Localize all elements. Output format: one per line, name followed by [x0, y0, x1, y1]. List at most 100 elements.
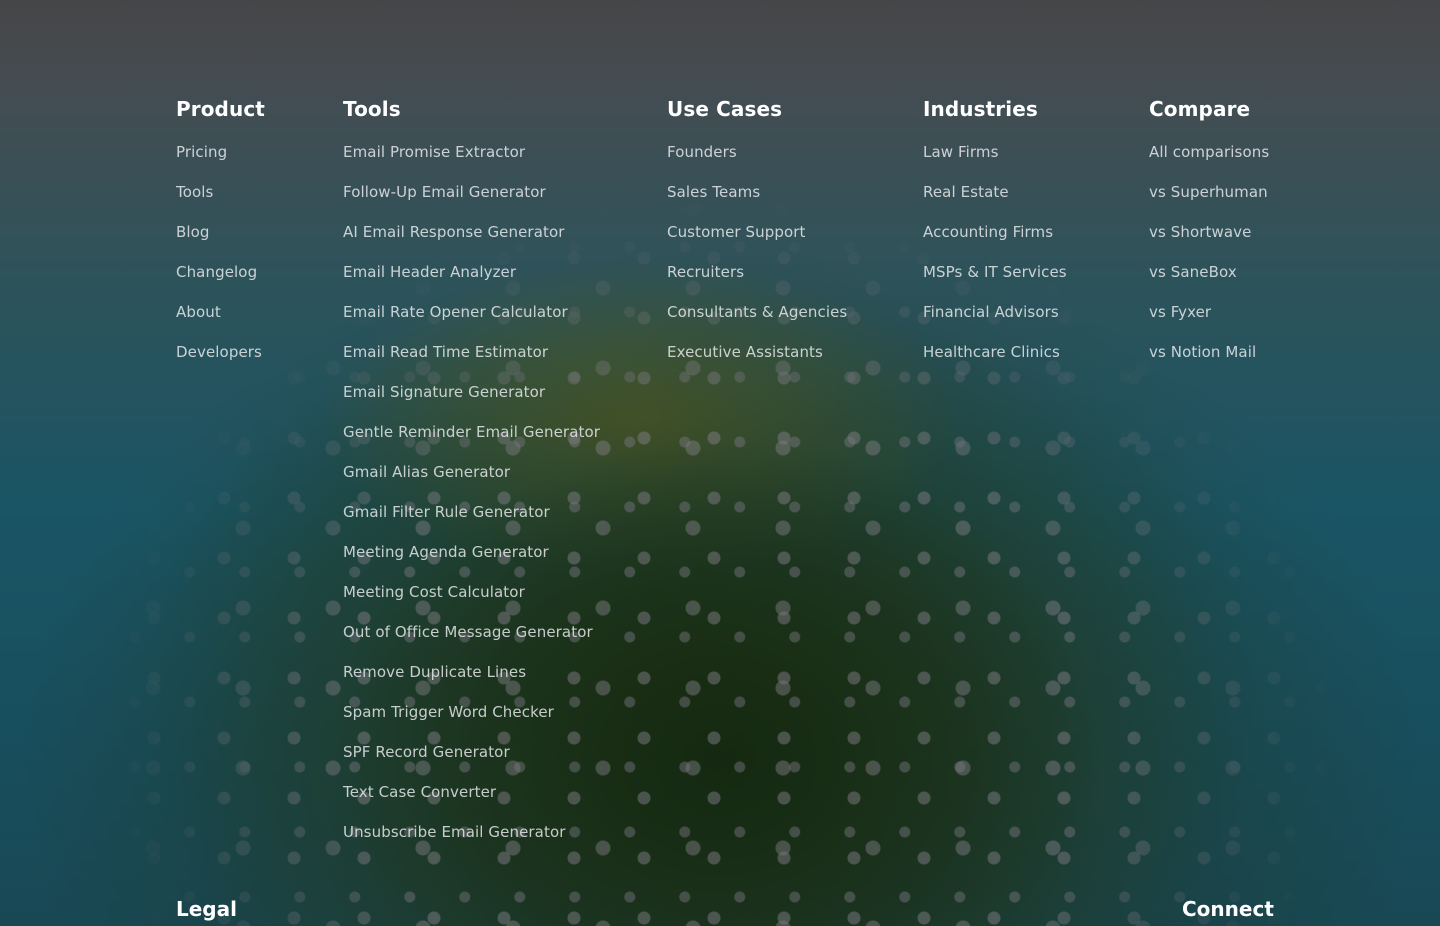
footer-link-item: vs Shortwave: [1149, 222, 1269, 262]
footer-link-tools-16[interactable]: Text Case Converter: [343, 783, 496, 801]
footer-link-tools-13[interactable]: Remove Duplicate Lines: [343, 663, 526, 681]
footer-link-item: All comparisons: [1149, 142, 1269, 182]
footer-link-tools-2[interactable]: AI Email Response Generator: [343, 223, 565, 241]
footer-link-tools-6[interactable]: Email Signature Generator: [343, 383, 545, 401]
footer-link-item: Blog: [176, 222, 265, 262]
footer-heading-use-cases: Use Cases: [667, 97, 783, 121]
footer-link-tools-8[interactable]: Gmail Alias Generator: [343, 463, 510, 481]
footer-link-item: Spam Trigger Word Checker: [343, 702, 600, 742]
footer-link-tools-3[interactable]: Email Header Analyzer: [343, 263, 516, 281]
footer-heading-product: Product: [176, 97, 265, 121]
footer-link-tools-5[interactable]: Email Read Time Estimator: [343, 343, 548, 361]
footer-link-use-cases-2[interactable]: Customer Support: [667, 223, 806, 241]
footer-link-use-cases-1[interactable]: Sales Teams: [667, 183, 760, 201]
footer-link-item: AI Email Response Generator: [343, 222, 600, 262]
footer-link-use-cases-4[interactable]: Consultants & Agencies: [667, 303, 847, 321]
footer-link-item: vs Superhuman: [1149, 182, 1269, 222]
footer-link-compare-4[interactable]: vs Fyxer: [1149, 303, 1211, 321]
footer-links-industries: Law Firms Real Estate Accounting Firms MSPs…: [923, 142, 1067, 382]
footer-link-item: Gentle Reminder Email Generator: [343, 422, 600, 462]
footer-link-item: Unsubscribe Email Generator: [343, 822, 600, 862]
footer-link-tools-7[interactable]: Gentle Reminder Email Generator: [343, 423, 600, 441]
footer-link-item: Developers: [176, 342, 265, 382]
footer-column-tools: Tools Email Promise Extractor Follow-Up E…: [343, 96, 600, 862]
footer-link-industries-1[interactable]: Real Estate: [923, 183, 1009, 201]
footer-link-item: Gmail Alias Generator: [343, 462, 600, 502]
footer-link-product-3[interactable]: Changelog: [176, 263, 257, 281]
footer-link-item: Text Case Converter: [343, 782, 600, 822]
footer-link-item: Accounting Firms: [923, 222, 1067, 262]
footer-link-tools-14[interactable]: Spam Trigger Word Checker: [343, 703, 554, 721]
footer-link-item: Real Estate: [923, 182, 1067, 222]
footer-heading-legal: Legal: [176, 897, 237, 921]
footer-links-use-cases: Founders Sales Teams Customer Support Recru…: [667, 142, 847, 382]
site-footer: Product Pricing Tools Blog Changelog About De…: [0, 0, 1440, 926]
footer-link-tools-0[interactable]: Email Promise Extractor: [343, 143, 525, 161]
footer-link-item: Meeting Agenda Generator: [343, 542, 600, 582]
footer-heading-tools: Tools: [343, 97, 401, 121]
footer-links-product: Pricing Tools Blog Changelog About Developers: [176, 142, 265, 382]
footer-link-tools-1[interactable]: Follow-Up Email Generator: [343, 183, 546, 201]
footer-link-tools-4[interactable]: Email Rate Opener Calculator: [343, 303, 568, 321]
footer-link-item: MSPs & IT Services: [923, 262, 1067, 302]
footer-link-item: Recruiters: [667, 262, 847, 302]
footer-link-tools-17[interactable]: Unsubscribe Email Generator: [343, 823, 566, 841]
footer-link-item: Tools: [176, 182, 265, 222]
footer-link-compare-3[interactable]: vs SaneBox: [1149, 263, 1237, 281]
footer-link-tools-11[interactable]: Meeting Cost Calculator: [343, 583, 525, 601]
footer-link-item: Law Firms: [923, 142, 1067, 182]
footer-link-industries-4[interactable]: Financial Advisors: [923, 303, 1059, 321]
footer-link-use-cases-0[interactable]: Founders: [667, 143, 737, 161]
footer-link-item: Pricing: [176, 142, 265, 182]
footer-link-item: Follow-Up Email Generator: [343, 182, 600, 222]
footer-link-item: Email Read Time Estimator: [343, 342, 600, 382]
footer-heading-industries: Industries: [923, 97, 1038, 121]
footer-link-industries-2[interactable]: Accounting Firms: [923, 223, 1053, 241]
footer-link-industries-0[interactable]: Law Firms: [923, 143, 999, 161]
footer-link-item: Meeting Cost Calculator: [343, 582, 600, 622]
footer-link-item: Gmail Filter Rule Generator: [343, 502, 600, 542]
footer-link-item: Financial Advisors: [923, 302, 1067, 342]
footer-link-use-cases-5[interactable]: Executive Assistants: [667, 343, 823, 361]
footer-link-industries-5[interactable]: Healthcare Clinics: [923, 343, 1060, 361]
footer-heading-compare: Compare: [1149, 97, 1251, 121]
footer-link-compare-1[interactable]: vs Superhuman: [1149, 183, 1268, 201]
footer-link-product-4[interactable]: About: [176, 303, 221, 321]
footer-link-product-5[interactable]: Developers: [176, 343, 262, 361]
footer-link-item: vs SaneBox: [1149, 262, 1269, 302]
footer-link-item: Changelog: [176, 262, 265, 302]
footer-link-use-cases-3[interactable]: Recruiters: [667, 263, 744, 281]
footer-link-item: Email Signature Generator: [343, 382, 600, 422]
footer-link-industries-3[interactable]: MSPs & IT Services: [923, 263, 1067, 281]
footer-link-compare-2[interactable]: vs Shortwave: [1149, 223, 1251, 241]
footer-link-tools-9[interactable]: Gmail Filter Rule Generator: [343, 503, 550, 521]
footer-link-tools-15[interactable]: SPF Record Generator: [343, 743, 510, 761]
footer-link-item: vs Fyxer: [1149, 302, 1269, 342]
footer-link-tools-12[interactable]: Out of Office Message Generator: [343, 623, 593, 641]
footer-link-item: Remove Duplicate Lines: [343, 662, 600, 702]
footer-column-compare: Compare All comparisons vs Superhuman vs S…: [1149, 96, 1269, 382]
footer-column-use-cases: Use Cases Founders Sales Teams Customer Su…: [667, 96, 847, 382]
footer-link-product-0[interactable]: Pricing: [176, 143, 227, 161]
footer-link-item: Healthcare Clinics: [923, 342, 1067, 382]
footer-heading-connect: Connect: [1182, 897, 1274, 921]
footer-links-tools: Email Promise Extractor Follow-Up Email G…: [343, 142, 600, 862]
footer-link-item: Sales Teams: [667, 182, 847, 222]
footer-link-item: Customer Support: [667, 222, 847, 262]
footer-link-item: Email Header Analyzer: [343, 262, 600, 302]
footer-link-tools-10[interactable]: Meeting Agenda Generator: [343, 543, 549, 561]
footer-link-item: Email Rate Opener Calculator: [343, 302, 600, 342]
footer-link-item: SPF Record Generator: [343, 742, 600, 782]
footer-link-product-2[interactable]: Blog: [176, 223, 210, 241]
footer-links-compare: All comparisons vs Superhuman vs Shortwave…: [1149, 142, 1269, 382]
footer-link-item: Email Promise Extractor: [343, 142, 600, 182]
footer-column-product: Product Pricing Tools Blog Changelog About De…: [176, 96, 265, 382]
footer-link-item: Out of Office Message Generator: [343, 622, 600, 662]
footer-link-product-1[interactable]: Tools: [176, 183, 213, 201]
footer-link-compare-5[interactable]: vs Notion Mail: [1149, 343, 1256, 361]
footer-column-industries: Industries Law Firms Real Estate Accountin…: [923, 96, 1067, 382]
footer-link-item: vs Notion Mail: [1149, 342, 1269, 382]
footer-link-item: Founders: [667, 142, 847, 182]
footer-link-compare-0[interactable]: All comparisons: [1149, 143, 1269, 161]
footer-link-item: Executive Assistants: [667, 342, 847, 382]
